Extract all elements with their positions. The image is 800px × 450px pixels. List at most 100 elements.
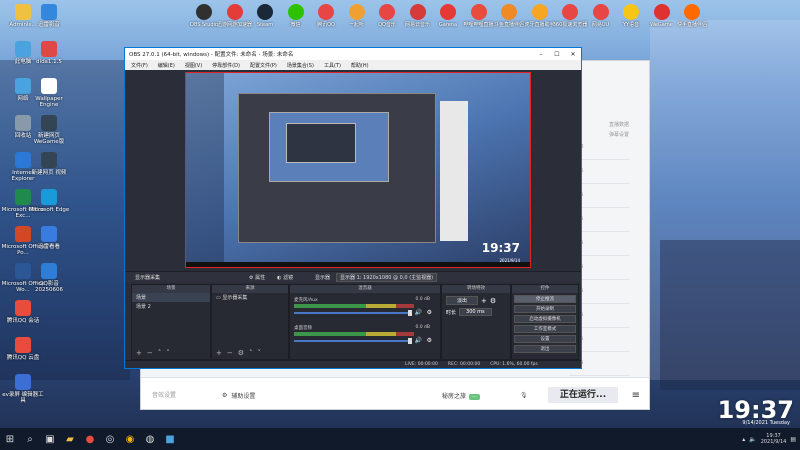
app-icon <box>15 300 31 316</box>
desktop-shortcut[interactable]: 新建网页 视频 <box>26 152 72 176</box>
context-bar: 显示器采集 ⚙ 属性 ◐ 滤镜 显示器 显示器 1: 1920x1080 @ 0… <box>125 271 581 282</box>
menu-item[interactable]: 文件(F) <box>131 62 148 69</box>
bg-scene-label: 秘房之旅 <box>442 392 467 400</box>
menu-item[interactable]: 视图(V) <box>185 62 202 69</box>
app-icon <box>196 4 212 20</box>
studio-mode-button[interactable]: 工作室模式 <box>514 325 576 333</box>
desktop-shortcut[interactable]: 迅雷看看 <box>26 226 72 250</box>
obs-icon[interactable]: ◍ <box>140 429 160 449</box>
app-icon <box>653 4 670 20</box>
app-icon[interactable]: ● <box>80 429 100 449</box>
scene-item[interactable]: 场景 2 <box>132 302 210 311</box>
app-icon <box>623 4 639 20</box>
explorer-icon[interactable]: ▰ <box>60 429 80 449</box>
maximize-icon[interactable]: ☐ <box>549 51 565 58</box>
gear-icon[interactable]: ⚙ <box>427 337 432 344</box>
app-icon[interactable]: ■ <box>160 429 180 449</box>
app-icon <box>318 4 334 20</box>
remove-icon[interactable]: − <box>147 349 153 357</box>
desktop-shortcut[interactable]: Microsoft Edge <box>26 189 72 213</box>
stop-streaming-button[interactable]: 停止推流 <box>514 295 576 303</box>
move-down-icon[interactable]: ˅ <box>258 349 262 357</box>
settings-button[interactable]: 设置 <box>514 335 576 343</box>
add-icon[interactable]: + <box>216 349 222 357</box>
gear-icon[interactable]: ⚙ <box>427 309 432 316</box>
status-bar: LIVE: 00:00:00 REC: 00:00:00 CPU: 1.6%, … <box>125 360 581 368</box>
filters-button[interactable]: ◐ 滤镜 <box>277 274 293 281</box>
minimize-icon[interactable]: – <box>533 51 549 58</box>
move-up-icon[interactable]: ˄ <box>249 349 253 357</box>
menu-item[interactable]: 帮助(H) <box>351 62 369 69</box>
add-icon[interactable]: + <box>481 297 487 305</box>
filters-label: 滤镜 <box>283 274 294 281</box>
monitor-icon: ▭ <box>216 295 221 301</box>
duration-input[interactable]: 300 ms <box>459 308 492 316</box>
gear-icon[interactable]: ⚙ <box>490 297 496 305</box>
obs-window[interactable]: OBS 27.0.1 (64-bit, windows) - 配置文件: 未命名… <box>124 47 582 369</box>
app-icon <box>41 226 57 242</box>
remove-icon[interactable]: − <box>227 349 233 357</box>
desktop-shortcut[interactable]: QQ影音 20250606 <box>26 263 72 293</box>
desktop-shortcut[interactable]: 腾讯QQ 会话 <box>0 300 46 324</box>
menu-item[interactable]: 编辑(E) <box>158 62 175 69</box>
transition-select[interactable]: 淡出 <box>446 296 479 305</box>
start-virtualcam-button[interactable]: 启动虚拟摄像机 <box>514 315 576 323</box>
desktop-shortcut[interactable]: 腾讯QQ 云盘 <box>0 337 46 361</box>
bg-scene[interactable]: 秘房之旅 ··· <box>442 391 480 400</box>
bg-audio-setting[interactable]: ⚙ 辅助设置 <box>222 391 255 400</box>
app-icon <box>41 115 57 131</box>
obs-preview[interactable]: 19:37 2021/9/14 <box>185 72 531 268</box>
app-icon <box>226 4 243 20</box>
app-icon[interactable]: ◎ <box>100 429 120 449</box>
exit-button[interactable]: 退出 <box>514 345 576 353</box>
menu-item[interactable]: 场景集合(S) <box>287 62 314 69</box>
speaker-icon[interactable]: 🔊 <box>415 309 422 316</box>
chrome-icon[interactable]: ◉ <box>120 429 140 449</box>
move-down-icon[interactable]: ˅ <box>166 349 170 357</box>
desktop-shortcut[interactable]: 新建网页 WeGame版 <box>26 115 72 145</box>
live-status: LIVE: 00:00:00 <box>405 362 438 367</box>
start-recording-button[interactable]: 开始录制 <box>514 305 576 313</box>
scene-item[interactable]: 场景 <box>132 293 210 302</box>
desktop-shortcut[interactable]: ev录屏 编辑器工具 <box>0 374 46 404</box>
source-item[interactable]: ▭ 显示器采集 <box>212 293 288 302</box>
controls-dock: 控件 停止推流 开始录制 启动虚拟摄像机 工作室模式 设置 退出 <box>511 284 579 360</box>
speaker-icon[interactable]: 🔊 <box>415 337 422 344</box>
obs-titlebar[interactable]: OBS 27.0.1 (64-bit, windows) - 配置文件: 未命名… <box>125 48 581 60</box>
volume-icon[interactable]: 🔈 <box>749 436 756 443</box>
start-icon[interactable]: ⊞ <box>0 429 20 449</box>
menu-item[interactable]: 配置文件(P) <box>250 62 277 69</box>
close-icon[interactable]: ✕ <box>565 51 581 58</box>
desktop-shortcut[interactable]: 迅雷影音 <box>26 4 72 28</box>
preview-nested-obs <box>238 93 436 243</box>
app-icon <box>348 4 365 20</box>
mic-icon[interactable]: 🎙 <box>520 392 528 399</box>
desktop-shortcut-label: 一起听 <box>348 22 364 28</box>
transitions-header: 转场特效 <box>442 285 510 293</box>
network-icon[interactable]: ▴ <box>742 436 745 443</box>
desktop-shortcut-label: 腾讯QQ <box>317 22 335 28</box>
properties-button[interactable]: ⚙ 属性 <box>249 274 265 281</box>
volume-fader[interactable] <box>294 310 412 316</box>
task-view-icon[interactable]: ▣ <box>40 429 60 449</box>
gear-icon[interactable]: ⚙ <box>238 349 244 357</box>
display-select[interactable]: 显示器 1: 1920x1080 @ 0,0 (主监视器) <box>336 272 438 282</box>
running-button[interactable]: 正在运行... <box>548 387 618 403</box>
rec-status: REC: 00:00:00 <box>447 362 481 367</box>
menu-item[interactable]: 停靠部件(D) <box>212 62 240 69</box>
settings-icon: ⚙ <box>222 391 228 399</box>
desktop-shortcut[interactable]: 快手直播伴侣 <box>674 4 710 28</box>
tray-clock[interactable]: 19:37 2021/9/14 <box>761 433 787 445</box>
volume-fader[interactable] <box>294 338 412 344</box>
menu-icon[interactable]: ≡ <box>632 390 640 401</box>
notification-icon[interactable]: ▤ <box>790 436 796 443</box>
app-icon <box>41 78 57 94</box>
menu-item[interactable]: 工具(T) <box>324 62 341 69</box>
search-icon[interactable]: ⌕ <box>20 429 40 449</box>
desktop-shortcut[interactable]: dida1.1.5 <box>26 41 72 65</box>
desktop-shortcut-label: OBS Studio <box>190 22 218 28</box>
add-icon[interactable]: + <box>136 349 142 357</box>
duration-row: 时长 300 ms <box>442 305 510 316</box>
move-up-icon[interactable]: ˄ <box>158 349 162 357</box>
desktop-shortcut[interactable]: Wallpaper Engine <box>26 78 72 108</box>
